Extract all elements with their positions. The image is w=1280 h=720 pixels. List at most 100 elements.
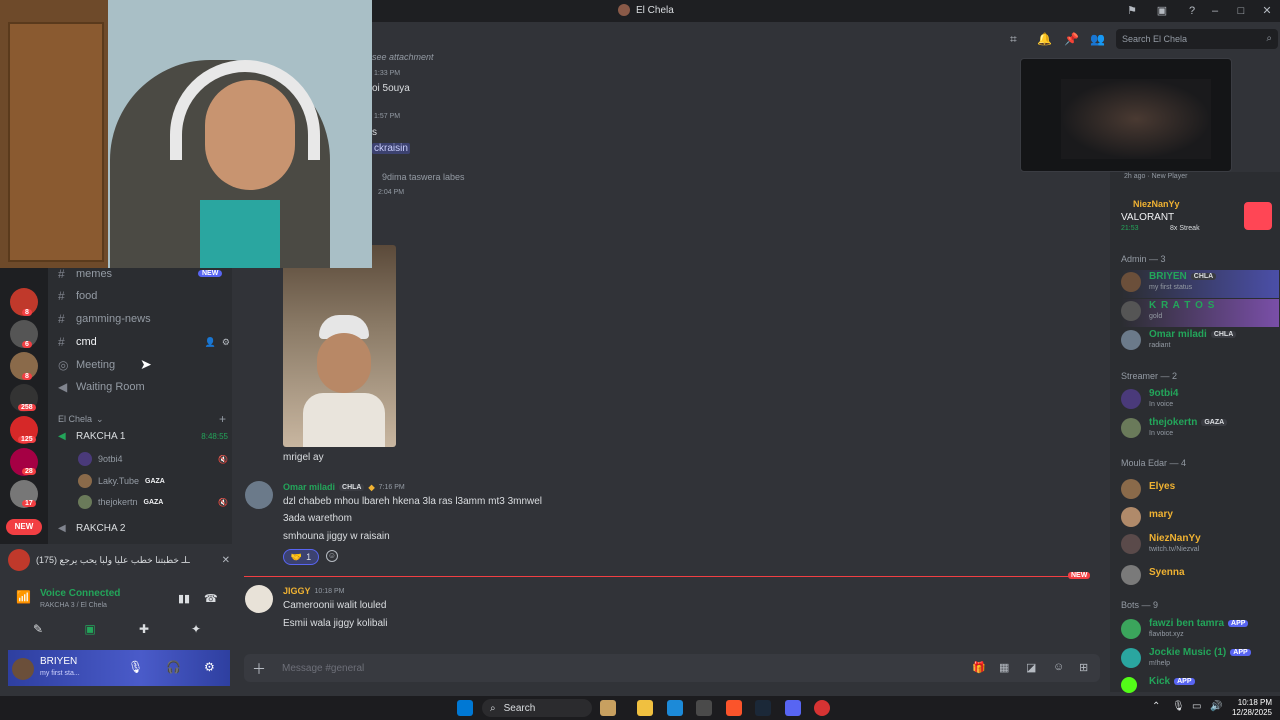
- hash-icon: #: [58, 289, 65, 303]
- microphone-icon[interactable]: 🎙: [128, 660, 143, 674]
- chevron-down-icon: ⌄: [96, 413, 104, 424]
- screen-share-icon[interactable]: ▣: [80, 620, 100, 638]
- gif-icon[interactable]: ▦: [999, 661, 1009, 674]
- member-row[interactable]: Kick APP: [1121, 675, 1279, 695]
- disconnect-icon[interactable]: ☎: [204, 592, 218, 605]
- channel-gamming-news[interactable]: # gamming-news: [58, 309, 230, 329]
- member-row[interactable]: Jockie Music (1) APP m!help: [1121, 646, 1279, 674]
- member-row[interactable]: K R A T O S gold: [1121, 299, 1279, 327]
- user-panel[interactable]: BRIYEN my first sta... 🎙 🎧 ⚙: [8, 650, 230, 686]
- member-status: gold: [1149, 313, 1163, 320]
- camera-icon[interactable]: ✎: [28, 620, 48, 638]
- reaction[interactable]: 🤝 1: [283, 549, 319, 565]
- volume-icon[interactable]: 🔊: [1210, 701, 1222, 712]
- member-row[interactable]: 9otbi4 In voice: [1121, 387, 1279, 415]
- emoji-icon[interactable]: ☺: [1053, 661, 1064, 673]
- close-icon[interactable]: ✕: [222, 555, 230, 566]
- bell-icon[interactable]: 🔔: [1037, 32, 1052, 46]
- avatar[interactable]: [245, 481, 273, 509]
- edge-icon[interactable]: [667, 700, 683, 716]
- author-name[interactable]: Omar miladi: [283, 482, 335, 492]
- voice-user[interactable]: 9otbi4 🔇: [78, 452, 228, 466]
- member-row[interactable]: fawzi ben tamra APP flavibot.xyz: [1121, 617, 1279, 645]
- widgets-icon[interactable]: [600, 700, 616, 716]
- chevron-up-icon[interactable]: ⌃: [1152, 701, 1160, 712]
- member-row[interactable]: NiezNanYy twitch.tv/Niezval: [1121, 532, 1279, 560]
- pin-icon[interactable]: 📌: [1064, 32, 1079, 46]
- taskbar-clock[interactable]: 10:18 PM 12/28/2025: [1232, 698, 1272, 718]
- add-reaction-icon[interactable]: ☺: [326, 550, 338, 562]
- member-row[interactable]: Omar miladi CHLA radiant: [1121, 328, 1279, 356]
- voice-channel-rakcha-1[interactable]: ◀ RAKCHA 1 8:48:55: [58, 431, 228, 442]
- brave-icon[interactable]: [726, 700, 742, 716]
- attachment-note[interactable]: see attachment: [372, 52, 434, 62]
- microphone-icon[interactable]: 🎙: [1172, 701, 1185, 712]
- search-icon: ⌕: [1266, 33, 1272, 44]
- channel-food[interactable]: # food: [58, 286, 230, 306]
- channel-waiting-room[interactable]: ◀ Waiting Room: [58, 377, 230, 397]
- mention[interactable]: ckraisin: [372, 143, 410, 154]
- taskbar-search[interactable]: ⌕ Search: [482, 699, 592, 717]
- obs-icon[interactable]: [814, 700, 830, 716]
- voice-channel-label: RAKCHA 1: [76, 431, 126, 442]
- message-input[interactable]: [282, 660, 882, 676]
- avatar: [1121, 389, 1141, 409]
- avatar: [1121, 272, 1141, 292]
- voice-sub[interactable]: RAKCHA 3 / El Chela: [40, 602, 107, 609]
- sticker-icon[interactable]: ◪: [1026, 661, 1036, 674]
- member-row[interactable]: BRIYEN CHLA my first status: [1121, 270, 1279, 298]
- voice-status[interactable]: Voice Connected: [40, 588, 120, 599]
- avatar[interactable]: [245, 585, 273, 613]
- threads-icon[interactable]: ⌗: [1010, 32, 1017, 47]
- flag-icon[interactable]: ⚑: [1124, 3, 1140, 19]
- avatar[interactable]: [12, 658, 34, 680]
- member-row[interactable]: mary: [1121, 505, 1279, 533]
- category-header[interactable]: El Chela ⌄ +: [58, 412, 226, 426]
- add-channel-icon[interactable]: +: [219, 412, 226, 426]
- search-box[interactable]: Search El Chela ⌕: [1116, 29, 1278, 49]
- activity-bar[interactable]: ـلـ خطبتنا خطب عليا ولبا يحب يرجع (175) …: [8, 548, 230, 572]
- user-name: BRIYEN: [40, 656, 78, 667]
- minimize-icon[interactable]: –: [1202, 0, 1228, 22]
- member-name: NiezNanYy: [1133, 199, 1180, 209]
- help-icon[interactable]: ?: [1184, 3, 1200, 19]
- member-group-header: Admin — 3: [1121, 254, 1166, 264]
- channel-cmd[interactable]: # cmd 👤 ⚙: [58, 332, 230, 352]
- stream-preview[interactable]: [1020, 58, 1232, 172]
- members-icon[interactable]: 👥: [1090, 32, 1105, 46]
- taskbar-search-label: Search: [503, 702, 536, 714]
- invite-icon[interactable]: 👤: [205, 337, 216, 348]
- member-row[interactable]: Elyes: [1121, 477, 1279, 505]
- author-name[interactable]: JIGGY: [283, 586, 311, 596]
- steam-icon[interactable]: [755, 700, 771, 716]
- voice-user[interactable]: Laky.Tube GAZA: [78, 474, 228, 488]
- maximize-icon[interactable]: □: [1228, 0, 1254, 22]
- voice-channel-rakcha-2[interactable]: ◀ RAKCHA 2: [58, 523, 228, 534]
- apps-icon[interactable]: ⊞: [1079, 661, 1088, 674]
- inbox-icon[interactable]: ▣: [1154, 3, 1170, 19]
- discord-icon[interactable]: [785, 700, 801, 716]
- file-explorer-icon[interactable]: [637, 700, 653, 716]
- close-icon[interactable]: ✕: [1254, 0, 1280, 22]
- gift-icon[interactable]: 🎁: [972, 661, 986, 674]
- new-servers-pill[interactable]: NEW: [6, 519, 42, 535]
- message-image[interactable]: [283, 245, 396, 447]
- member-name: Elyes: [1149, 481, 1176, 492]
- voice-user[interactable]: thejokertn GAZA 🔇: [78, 495, 228, 509]
- display-icon[interactable]: ▭: [1192, 701, 1201, 712]
- mute-icon: 🔇: [218, 454, 228, 464]
- channel-actions: 👤 ⚙: [205, 337, 230, 348]
- add-attachment-icon[interactable]: ＋: [252, 659, 266, 679]
- headphones-icon[interactable]: 🎧: [166, 660, 181, 674]
- reaction-count: 1: [306, 552, 312, 562]
- member-row[interactable]: Syenna: [1121, 563, 1279, 591]
- store-icon[interactable]: [696, 700, 712, 716]
- settings-icon[interactable]: ⚙: [204, 660, 215, 674]
- windows-start-icon[interactable]: [457, 700, 473, 716]
- settings-icon[interactable]: ⚙: [222, 337, 230, 348]
- member-row[interactable]: thejokertn GAZA In voice: [1121, 416, 1279, 444]
- noise-icon[interactable]: ▮▮: [178, 592, 190, 605]
- soundboard-icon[interactable]: ✦: [186, 620, 206, 638]
- mention-text[interactable]: ckraisin: [372, 143, 410, 154]
- activities-icon[interactable]: ✚: [134, 620, 154, 638]
